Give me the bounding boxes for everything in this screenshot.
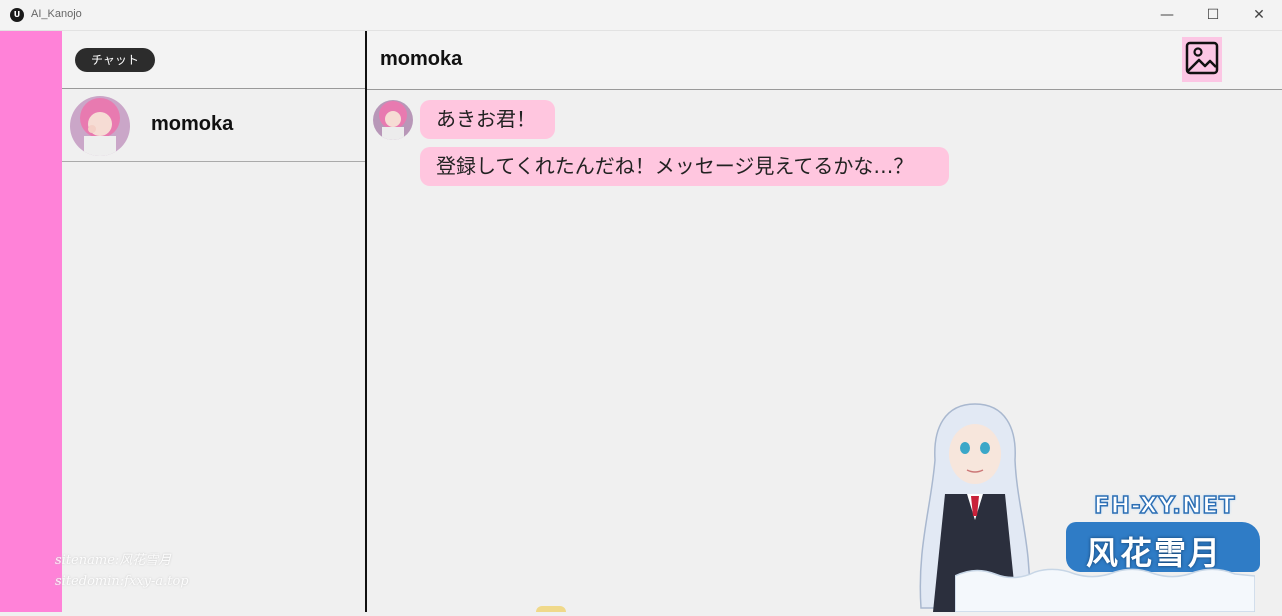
chat-header: momoka xyxy=(367,31,1282,90)
window-title: AI_Kanojo xyxy=(31,8,82,20)
minimize-button[interactable]: — xyxy=(1144,0,1190,31)
close-button[interactable]: ✕ xyxy=(1236,0,1282,31)
watermark-sitename: sitename:风花雪月 xyxy=(55,553,172,568)
contact-name: momoka xyxy=(151,113,234,135)
maximize-button[interactable]: ☐ xyxy=(1190,0,1236,31)
avatar xyxy=(70,96,130,156)
message-bubble: あきお君！ xyxy=(420,100,555,139)
app-logo-icon: U xyxy=(10,8,24,22)
watermark-snow xyxy=(954,566,1256,613)
message-avatar xyxy=(373,100,413,140)
panel-divider xyxy=(365,31,367,612)
watermark-site: FH-XY.NET xyxy=(1093,492,1236,520)
watermark-sitedomain: sitedomin:fxxy-a.top xyxy=(55,574,189,589)
decorative-mark xyxy=(536,606,566,612)
accent-side-strip xyxy=(0,31,62,612)
chat-tab-button[interactable]: チャット xyxy=(75,48,155,72)
contacts-header: チャット xyxy=(62,31,365,89)
message-bubble: 登録してくれたんだね！メッセージ見えてるかな…？ xyxy=(420,147,949,186)
window-title-bar: U AI_Kanojo — ☐ ✕ xyxy=(0,0,1282,31)
chat-title: momoka xyxy=(380,48,463,70)
image-icon xyxy=(1185,41,1219,79)
contact-item-momoka[interactable]: momoka xyxy=(62,89,365,162)
contacts-panel: チャット momoka sitename:风花雪月 sitedomin:fxxy… xyxy=(55,31,365,612)
image-button[interactable] xyxy=(1182,37,1222,82)
